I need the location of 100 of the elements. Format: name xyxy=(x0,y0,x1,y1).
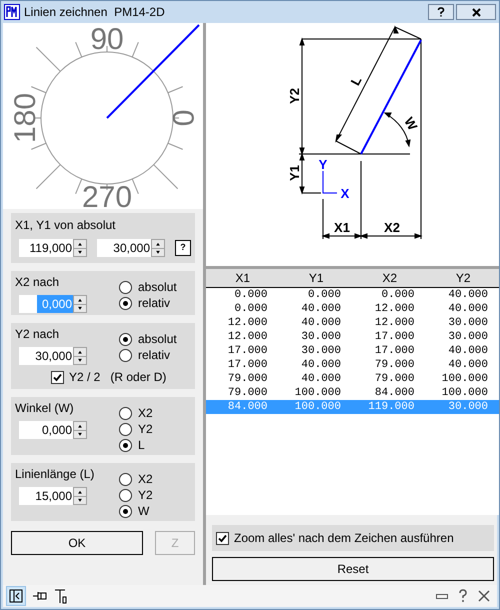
table-cell-text: 12.000 xyxy=(226,316,268,330)
spin-buttons[interactable] xyxy=(73,347,87,365)
radio-button[interactable] xyxy=(119,280,132,294)
help-button[interactable]: ? xyxy=(175,240,191,256)
table-row[interactable]: 17.000 40.000 79.000 40.000 xyxy=(206,358,499,372)
number-field[interactable]: 15,000 xyxy=(19,487,73,505)
window-title: Linien zeichnen PM14-2D xyxy=(24,4,165,21)
table-cell-text: 30.000 xyxy=(300,330,342,344)
group-title: Y2 nach xyxy=(15,326,60,343)
minimize-icon[interactable] xyxy=(436,592,448,600)
table-row[interactable]: 0.000 0.000 0.000 40.000 xyxy=(206,288,499,302)
table-cell-text: 40.000 xyxy=(447,358,489,372)
column-header[interactable]: Y1 xyxy=(280,269,353,287)
spin-buttons[interactable] xyxy=(73,421,87,439)
table-row[interactable]: 12.000 40.000 12.000 30.000 xyxy=(206,316,499,330)
table-cell-text: 40.000 xyxy=(447,344,489,358)
help-icon[interactable] xyxy=(458,589,468,603)
dimension-label: W xyxy=(401,114,420,133)
table-cell-text: 40.000 xyxy=(300,358,342,372)
table-cell-text: 40.000 xyxy=(447,288,489,302)
close-icon[interactable] xyxy=(478,590,490,602)
group-title: Winkel (W) xyxy=(15,400,75,417)
table-cell-text: 30.000 xyxy=(300,344,342,358)
panel-toggle-icon[interactable] xyxy=(6,586,26,606)
radio-button[interactable] xyxy=(119,438,132,452)
table-cell-text: 12.000 xyxy=(374,316,416,330)
reset-button[interactable]: Reset xyxy=(212,557,494,581)
table-row[interactable]: 17.000 30.000 17.000 40.000 xyxy=(206,344,499,358)
close-icon xyxy=(472,8,480,16)
table-cell-text: 84.000 xyxy=(226,400,268,414)
number-field[interactable]: 30,000 xyxy=(97,239,151,257)
table-cell-text: 30.000 xyxy=(447,400,489,414)
radio-button[interactable] xyxy=(119,406,132,420)
number-field[interactable]: 0,000 xyxy=(19,421,73,439)
spin-buttons[interactable] xyxy=(73,487,87,505)
help-button[interactable] xyxy=(428,4,454,20)
table-cell-text: 17.000 xyxy=(226,358,268,372)
radio-button[interactable] xyxy=(119,332,132,346)
table-cell-text: 79.000 xyxy=(226,386,268,400)
table-cell-text: 0.000 xyxy=(233,302,268,316)
dimension-label: X2 xyxy=(384,220,400,235)
angle-dial-drawing: 90 180 0 270 xyxy=(5,23,201,209)
table-row[interactable]: 79.000 40.000 79.000 100.000 xyxy=(206,372,499,386)
table-cell-text: 0.000 xyxy=(233,288,268,302)
dimension-label: Y1 xyxy=(287,165,302,181)
tool-icon[interactable] xyxy=(54,588,68,604)
group-title: X2 nach xyxy=(15,274,60,291)
table-cell-text: 0.000 xyxy=(380,288,416,302)
table-cell-text: 30.000 xyxy=(447,330,489,344)
radio-label: X2 xyxy=(138,471,153,488)
radio-button[interactable] xyxy=(119,488,132,502)
radio-label: absolut xyxy=(138,279,177,296)
dialog-button[interactable]: OK xyxy=(11,531,143,555)
table-row[interactable]: 0.000 40.000 12.000 40.000 xyxy=(206,302,499,316)
group-title: Linienlänge (L) xyxy=(15,466,96,483)
radio-label: relativ xyxy=(138,295,170,312)
radio-button[interactable] xyxy=(119,296,132,310)
table-cell-text: 100.000 xyxy=(440,386,489,400)
column-header[interactable]: X2 xyxy=(353,269,426,287)
checkbox-label: Zoom alles' nach dem Zeichen ausführen xyxy=(234,530,454,547)
radio-button[interactable] xyxy=(119,472,132,486)
table-cell-text: 17.000 xyxy=(226,344,268,358)
radio-button[interactable] xyxy=(119,504,132,518)
column-header[interactable]: X1 xyxy=(206,269,280,287)
close-button[interactable] xyxy=(456,4,496,20)
table-cell-text: 17.000 xyxy=(374,330,416,344)
number-field[interactable]: 119,000 xyxy=(19,239,73,257)
spin-buttons[interactable] xyxy=(151,239,165,257)
table-row[interactable]: 79.000 100.000 84.000 100.000 xyxy=(206,386,499,400)
pin-icon[interactable] xyxy=(32,590,48,602)
radio-label: Y2 xyxy=(138,421,153,438)
radio-label: relativ xyxy=(138,347,170,364)
table-cell-text: 40.000 xyxy=(300,372,342,386)
spin-buttons[interactable] xyxy=(73,239,87,257)
spin-buttons[interactable] xyxy=(73,295,87,313)
radio-label: W xyxy=(138,503,150,520)
help-icon xyxy=(437,7,445,17)
table-cell-text: 79.000 xyxy=(226,372,268,386)
table-row[interactable]: 12.000 30.000 17.000 30.000 xyxy=(206,330,499,344)
number-field[interactable]: 30,000 xyxy=(19,347,73,365)
table-cell-text: 40.000 xyxy=(300,316,342,330)
checkbox[interactable] xyxy=(51,370,64,384)
dimension-label: L xyxy=(348,74,365,88)
column-header[interactable]: Y2 xyxy=(426,269,499,287)
table-cell-text: 0.000 xyxy=(306,288,342,302)
table-cell-text: 100.000 xyxy=(440,372,489,386)
dimension-label: X1 xyxy=(334,220,350,235)
checkbox[interactable] xyxy=(216,532,229,544)
group-title: X1, Y1 von absolut xyxy=(15,217,117,234)
radio-label: absolut xyxy=(138,331,177,348)
table-cell-text: 17.000 xyxy=(374,344,416,358)
table-cell-text: 12.000 xyxy=(374,302,416,316)
radio-button[interactable] xyxy=(119,348,132,362)
app-logo-icon xyxy=(4,4,20,20)
table-cell-text: 40.000 xyxy=(300,302,342,316)
table-cell-text: 12.000 xyxy=(226,330,268,344)
axis-label: Y xyxy=(318,157,328,172)
table-cell-text: 40.000 xyxy=(447,302,489,316)
table-cell-text: 100.000 xyxy=(294,386,342,400)
radio-button[interactable] xyxy=(119,422,132,436)
